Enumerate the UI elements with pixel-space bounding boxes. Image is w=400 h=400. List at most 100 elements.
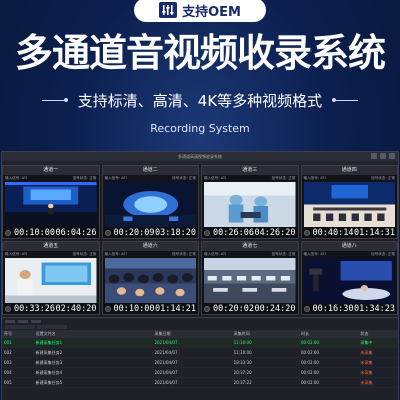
video-preview[interactable] — [303, 258, 395, 303]
column-header[interactable]: 序号 — [2, 330, 34, 338]
english-caption: Recording System — [150, 122, 250, 135]
record-button[interactable] — [104, 229, 111, 236]
end-timecode: 02:40:20 — [55, 303, 97, 314]
column-header[interactable]: 采集日期 — [152, 330, 232, 338]
column-header[interactable]: 时长 — [298, 330, 359, 338]
channel-timebar: 00:20:02 00:24:20 — [202, 303, 298, 314]
end-timecode: 00:24:20 — [254, 303, 296, 314]
signal-status-label: 信号状态: 正常 — [371, 252, 395, 256]
filter-input[interactable] — [37, 325, 67, 329]
record-button[interactable] — [204, 305, 210, 312]
table-cell: 00:02:00 — [298, 367, 359, 378]
channel-status-row: 输入信号: ATI 信号状态: 正常 — [302, 175, 398, 181]
table-row[interactable]: 005 新建采集任务5 2021/04/07 20:37:22 00:02:00 未采集 — [2, 377, 398, 388]
channel-name: 通道一 — [3, 166, 99, 175]
panel-tool-button[interactable] — [18, 319, 28, 323]
table-cell: 2021/04/07 — [152, 347, 232, 358]
window-controls — [371, 153, 395, 159]
column-header[interactable]: 设置文件名 — [33, 330, 153, 338]
oem-label: 支持OEM — [182, 4, 241, 20]
table-cell: 002 — [2, 347, 34, 358]
column-header[interactable]: 状态 — [358, 330, 398, 338]
channel-status-row: 输入信号: ATI 信号状态: 正常 — [302, 251, 398, 257]
video-preview[interactable] — [104, 258, 196, 303]
channel-grid: 通道一 输入信号: ATI 信号状态: 正常 00:10:00 06:04:26 通道二输… — [2, 165, 398, 315]
video-preview[interactable] — [303, 182, 395, 227]
signal-status-label: 信号状态: 正常 — [271, 176, 296, 180]
video-preview[interactable] — [204, 182, 296, 227]
channel-timebar: 00:33:26 02:40:20 — [3, 303, 99, 314]
table-cell: 00:02:00 — [298, 357, 359, 368]
table-cell: 20:37:20 — [231, 367, 299, 378]
channel-cell[interactable]: 通道一 输入信号: ATI 信号状态: 正常 00:10:00 06:04:26 — [2, 165, 100, 239]
input-signal-label: 输入信号: ATI — [5, 252, 28, 256]
channel-cell[interactable]: 通道六 输入信号: ATI 信号状态: 正常 00:10:00 01:14:21 — [101, 241, 199, 315]
table-cell: 00:02:00 — [298, 338, 359, 348]
table-cell: 未采集 — [358, 357, 398, 368]
table-cell: 003 — [2, 357, 34, 368]
table-cell: 2021/04/07 — [152, 338, 232, 348]
table-cell: 004 — [2, 367, 34, 378]
table-row[interactable]: 003 新建采集任务3 2021/04/07 18:33:30 00:02:00 未采集 — [2, 357, 398, 368]
table-row[interactable]: 001 新建采集任务1 2021/04/07 11:10:00 00:02:00 采集中 — [2, 338, 398, 348]
record-button[interactable] — [303, 305, 310, 312]
channel-name: 通道五 — [3, 242, 99, 251]
channel-cell[interactable]: 通道三 输入信号: ATI 信号状态: 正常 00:26:06 04:26:20 — [201, 165, 299, 239]
table-cell: 新建采集任务3 — [33, 357, 153, 368]
recording-app-window: 多通道高清视频收录系统 通道一 输入信号: ATI 信号状态: 正常 00:10:00… — [2, 152, 398, 400]
table-cell: 新建采集任务1 — [33, 338, 153, 348]
video-preview[interactable] — [5, 182, 97, 227]
table-cell: 001 — [2, 338, 34, 348]
record-button[interactable] — [5, 305, 11, 312]
channel-status-row: 输入信号: ATI 信号状态: 正常 — [202, 251, 298, 257]
channel-cell[interactable]: 通道五 输入信号: ATI 信号状态: 正常 00:33:26 02:40:20 — [2, 241, 100, 315]
channel-cell[interactable]: 通道二 输入信号: ATI 信号状态: 正常 00:20:09 03:18:20 — [101, 165, 199, 239]
record-button[interactable] — [204, 229, 210, 236]
file-panel: 序号 设置文件名 采集日期 采集时间 时长 状态 001 新建采集任务1 2021/04/07… — [2, 317, 398, 400]
channel-cell[interactable]: 通道七 输入信号: ATI 信号状态: 正常 00:20:02 00:24:20 — [201, 241, 299, 315]
table-cell: 18:33:30 — [231, 357, 299, 368]
end-timecode: 04:26:20 — [254, 227, 296, 238]
channel-timebar: 00:16:30 01:34:23 — [301, 303, 397, 314]
record-button[interactable] — [5, 229, 11, 236]
subtitle: 支持标清、高清、4K等多种视频格式 — [77, 91, 323, 110]
video-preview[interactable] — [204, 258, 296, 303]
record-button[interactable] — [303, 229, 310, 236]
maximize-button[interactable] — [380, 153, 386, 159]
table-header-row: 序号 设置文件名 采集日期 采集时间 时长 状态 — [2, 330, 398, 338]
table-row[interactable]: 002 新建采集任务2 2021/04/07 11:10:00 00:02:00 未采集 — [2, 347, 398, 358]
channel-cell[interactable]: 通道四 输入信号: ATI 信号状态: 正常 00:40:14 01:14:31 — [300, 165, 398, 239]
table-cell: 20:37:22 — [231, 377, 299, 388]
signal-status-label: 信号状态: 正常 — [72, 252, 97, 256]
panel-tool-button[interactable] — [5, 319, 15, 323]
table-cell: 2021/04/07 — [152, 367, 232, 378]
video-preview[interactable] — [104, 182, 196, 227]
signal-status-label: 信号状态: 正常 — [172, 176, 196, 180]
minimize-button[interactable] — [371, 153, 377, 159]
panel-tool-button[interactable] — [31, 319, 41, 323]
filter-input[interactable] — [5, 325, 35, 329]
app-titlebar: 多通道高清视频收录系统 — [2, 152, 398, 161]
channel-cell[interactable]: 通道八 输入信号: ATI 信号状态: 正常 00:16:30 01:34:23 — [300, 241, 398, 315]
promo-canvas: 支持OEM 多通道音视频收录系统 支持标清、高清、4K等多种视频格式 Recor… — [0, 0, 400, 400]
signal-status-label: 信号状态: 正常 — [371, 176, 395, 180]
channel-status-row: 输入信号: ATI 信号状态: 正常 — [202, 175, 298, 181]
table-cell: 00:02:00 — [298, 377, 359, 388]
start-timecode: 00:20:02 — [213, 303, 254, 314]
video-preview[interactable] — [5, 258, 97, 303]
table-cell: 11:10:00 — [231, 338, 299, 348]
record-button[interactable] — [104, 305, 111, 312]
column-header[interactable]: 采集时间 — [231, 330, 299, 338]
table-row[interactable]: 004 新建采集任务4 2021/04/07 20:37:20 00:02:00 未采集 — [2, 367, 398, 378]
channel-name: 通道三 — [202, 166, 298, 175]
signal-status-label: 信号状态: 正常 — [72, 176, 97, 180]
right-decor-line — [332, 98, 359, 102]
end-timecode: 03:18:20 — [155, 227, 196, 238]
close-button[interactable] — [389, 153, 395, 159]
channel-name: 通道八 — [301, 242, 397, 251]
table-cell: 005 — [2, 377, 34, 388]
channel-name: 通道七 — [202, 242, 298, 251]
table-cell: 新建采集任务5 — [33, 377, 153, 388]
start-timecode: 00:20:09 — [113, 227, 155, 238]
input-signal-label: 输入信号: ATI — [303, 252, 326, 256]
